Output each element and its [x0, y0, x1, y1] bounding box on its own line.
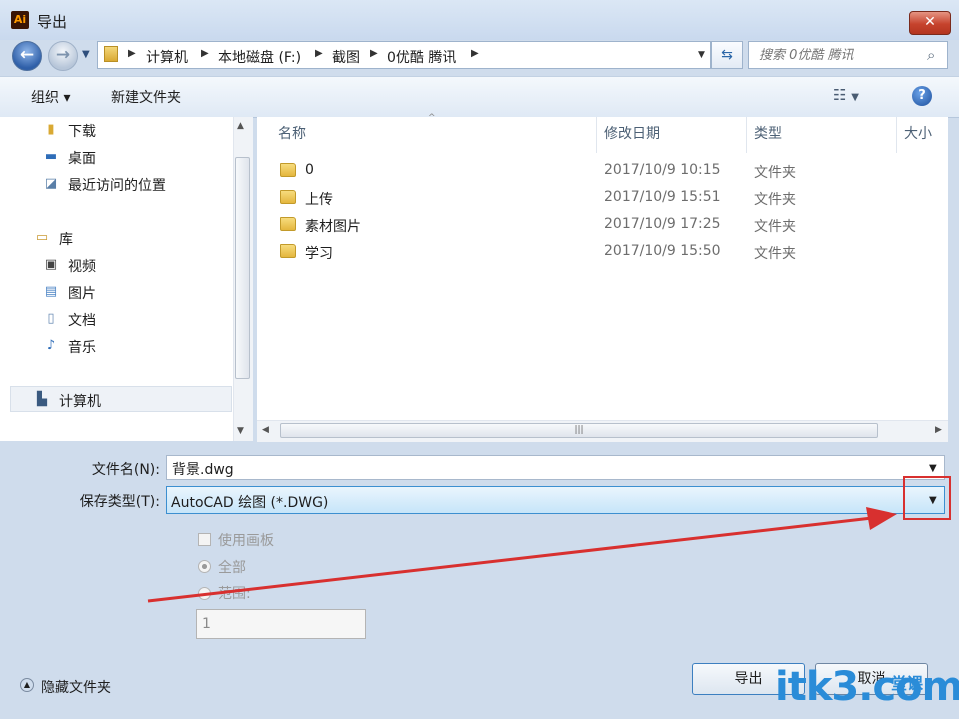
collapse-up-icon: ▲ — [20, 678, 34, 692]
annotation-arrow-line — [147, 516, 873, 603]
annotation-arrow — [147, 507, 897, 603]
watermark-logo: itk3.com — [775, 664, 959, 710]
annotation-arrow-head — [866, 507, 897, 530]
hide-folders-label: 隐藏文件夹 — [41, 680, 111, 696]
watermark-subtext: 堂课 — [891, 674, 924, 693]
